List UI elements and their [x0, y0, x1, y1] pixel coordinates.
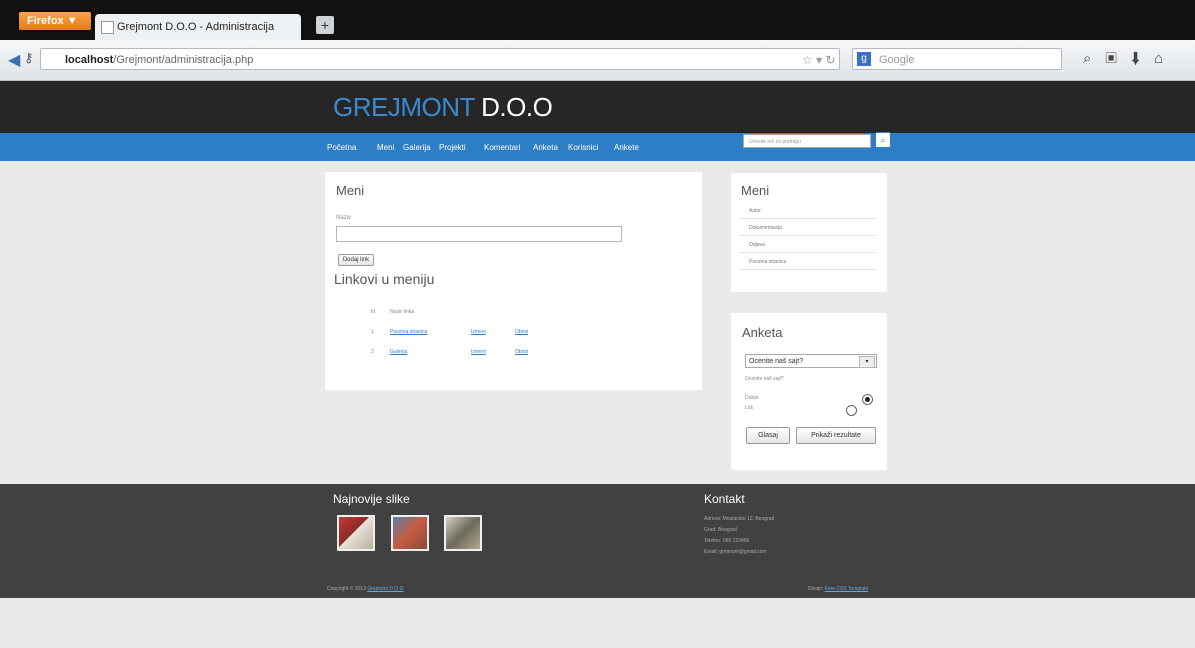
poll-radio-dobar[interactable] — [862, 394, 873, 405]
delete-link[interactable]: Obrisi — [515, 329, 528, 335]
sidebar-item-dokumentacija[interactable]: Dokumentacija — [739, 220, 875, 236]
poll-option-label: Dobar — [745, 395, 759, 401]
url-host: localhost — [65, 54, 114, 66]
contact-line: Adresa: Mostarsko 12, Beograd — [704, 516, 775, 522]
site-header — [0, 81, 1195, 133]
poll-select[interactable]: Ocenite naš sajt? ▾ — [745, 354, 877, 368]
contact-line: Email: grejmont@gmail.com — [704, 549, 767, 555]
menu-item-galerija[interactable]: Galerija — [403, 143, 431, 152]
bookmark-star-icon[interactable]: ☆ ▾ ↻ — [802, 53, 836, 67]
logo-white-text: D.O.O — [474, 92, 553, 122]
url-path: /Grejmont/administracija.php — [113, 54, 254, 66]
table-header-name: Naziv linka — [390, 309, 415, 315]
table-row-name-link[interactable]: Galerija — [390, 349, 407, 355]
tab-title: Grejmont D.O.O - Administracija — [117, 21, 275, 33]
browser-nav-bar: ◀ ⚷ localhost/Grejmont/administracija.ph… — [0, 40, 1195, 81]
search-icon[interactable]: ⌕ — [875, 132, 891, 148]
menu-item-komentari[interactable]: Komentari — [484, 143, 520, 152]
vote-button[interactable]: Glasaj — [746, 427, 790, 444]
add-link-button[interactable]: Dodaj link — [338, 254, 374, 266]
show-results-button[interactable]: Prikaži rezultate — [796, 427, 876, 444]
logo-blue-text: GREJMONT — [333, 92, 475, 122]
table-row-id: 2 — [371, 349, 374, 355]
sidebar-menu-title: Meni — [741, 183, 770, 198]
name-field[interactable] — [336, 226, 622, 242]
toolbar-icons[interactable]: ⌕▣⬇⌂ — [1083, 50, 1177, 67]
design-prefix: Dizajn: — [808, 586, 825, 592]
poll-select-value: Ocenite naš sajt? — [749, 358, 804, 365]
latest-images-title: Najnovije slike — [333, 492, 410, 506]
gallery-thumbnail[interactable] — [391, 515, 429, 551]
back-arrow-icon[interactable]: ◀ — [8, 50, 20, 70]
site-footer — [0, 484, 1195, 598]
address-bar[interactable]: localhost/Grejmont/administracija.php — [40, 48, 840, 70]
poll-question: Ocenite naš sajt? — [745, 376, 784, 382]
page-title: Meni — [336, 183, 365, 198]
search-engine-name: Google — [879, 54, 915, 66]
google-icon: g — [857, 52, 871, 66]
menu-item-ankete[interactable]: Ankete — [614, 143, 639, 152]
menu-item-anketa[interactable]: Anketa — [533, 143, 558, 152]
contact-line: Telefon: 065 123456 — [704, 538, 750, 544]
site-search-input[interactable]: Unesite reč za pretragu — [743, 134, 871, 148]
site-menu-bar: Početna Meni Galerija Projekti Komentari… — [0, 133, 1195, 161]
copyright-link[interactable]: Grejmont D.O.O — [367, 586, 403, 592]
chevron-down-icon: ▾ — [859, 356, 875, 368]
delete-link[interactable]: Obrisi — [515, 349, 528, 355]
identity-key-icon[interactable]: ⚷ — [24, 50, 34, 66]
contact-line: Grad: Beograd — [704, 527, 737, 533]
design-credit: Dizajn: Free CSS Template — [808, 586, 868, 592]
menu-item-projekti[interactable]: Projekti — [439, 143, 466, 152]
name-field-label: Naziv — [336, 215, 352, 221]
new-tab-button[interactable]: + — [316, 16, 334, 34]
browser-tab[interactable]: Grejmont D.O.O - Administracija — [95, 14, 301, 40]
poll-title: Anketa — [742, 325, 783, 340]
firefox-menu-button[interactable]: Firefox ▼ — [19, 12, 91, 30]
site-logo[interactable]: GREJMONT D.O.O — [333, 92, 553, 123]
poll-option-label: Loš — [745, 405, 754, 411]
sidebar-item-odjava[interactable]: Odjava — [739, 237, 875, 253]
sidebar-item-autor[interactable]: Autor — [739, 203, 875, 219]
table-header-id: Id — [371, 309, 376, 315]
search-engine-bar[interactable]: g Google — [852, 48, 1062, 70]
edit-link[interactable]: Izmeni — [471, 329, 486, 335]
contact-title: Kontakt — [704, 492, 745, 506]
menu-item-meni[interactable]: Meni — [377, 143, 394, 152]
table-row-id: 1 — [371, 329, 374, 335]
copyright: Copyright © 2013 Grejmont D.O.O — [327, 586, 404, 592]
gallery-thumbnail[interactable] — [337, 515, 375, 551]
links-title: Linkovi u meniju — [334, 271, 435, 287]
poll-radio-los[interactable] — [846, 405, 857, 416]
sidebar-item-pocetna[interactable]: Pocetna stranica — [739, 254, 875, 270]
design-link[interactable]: Free CSS Template — [825, 586, 869, 592]
gallery-thumbnail[interactable] — [444, 515, 482, 551]
table-row-name-link[interactable]: Pocetna stranica — [390, 329, 427, 335]
edit-link[interactable]: Izmeni — [471, 349, 486, 355]
menu-item-pocetna[interactable]: Početna — [327, 143, 356, 152]
menu-item-korisnici[interactable]: Korisnici — [568, 143, 598, 152]
copyright-prefix: Copyright © 2013 — [327, 586, 368, 592]
page-favicon-icon — [101, 21, 114, 34]
